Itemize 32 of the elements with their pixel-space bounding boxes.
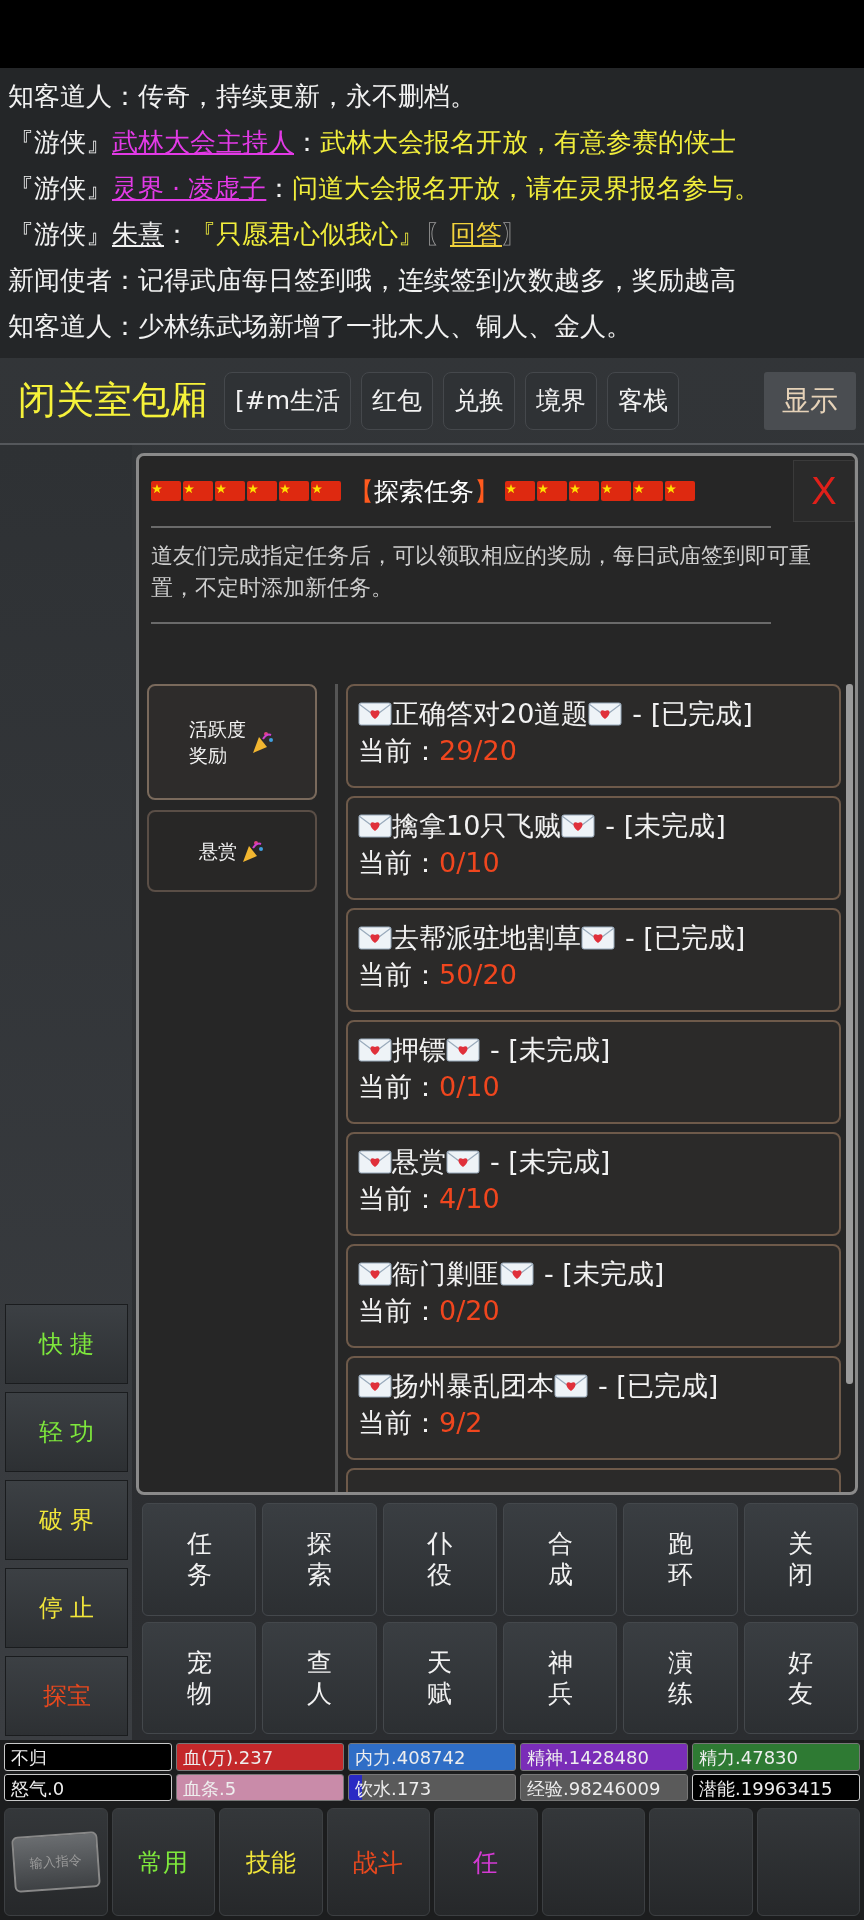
stat-bar: 血(万).237 — [176, 1743, 344, 1771]
task-status: - [未完成] — [544, 1257, 665, 1291]
task-status: - [已完成] — [632, 697, 753, 731]
stat-bar: 潜能.19963415 — [692, 1773, 860, 1801]
task-status: - [未完成] — [490, 1145, 611, 1179]
room-title: 闭关室包厢 — [18, 377, 208, 424]
stat-bar: 血条.5 — [176, 1773, 344, 1801]
chat-message: 『游侠』灵界 · 凌虚子：问道大会报名开放，请在灵界报名参与。 — [8, 172, 762, 205]
task-name: 衙门剿匪 — [392, 1257, 500, 1291]
chat-message: 知客道人：少林练武场新增了一批木人、铜人、金人。 — [8, 310, 633, 343]
task-status: - [未完成] — [605, 809, 726, 843]
stat-bar: 不归 — [4, 1743, 172, 1771]
task-name: 押镖 — [392, 1033, 446, 1067]
task-name: 擒拿10只飞贼 — [392, 809, 562, 843]
stat-bar: 精神.1428480 — [520, 1743, 688, 1771]
task-status: - [未完成] — [490, 1033, 611, 1067]
chat-message: 『游侠』武林大会主持人：武林大会报名开放，有意参赛的侠士 — [8, 126, 737, 159]
chat-message: 知客道人：传奇，持续更新，永不删档。 — [8, 80, 477, 113]
panel-description: 道友们完成指定任务后，可以领取相应的奖励，每日武庙签到即可重置，不定时添加新任务。 — [150, 542, 812, 602]
panel-title: 【探索任务】 — [349, 475, 499, 508]
task-name: 去帮派驻地割草 — [392, 921, 581, 955]
chat-message: 『游侠』朱熹：『只愿君心似我心』〖回答〗 — [8, 218, 529, 251]
task-status: - [已完成] — [598, 1369, 719, 1403]
task-name: 正确答对20道题 — [392, 697, 589, 731]
chat-message: 新闻使者：记得武庙每日签到哦，连续签到次数越多，奖励越高 — [8, 264, 737, 297]
task-name: 扬州暴乱团本 — [392, 1369, 554, 1403]
task-name: 悬赏 — [392, 1145, 446, 1179]
stat-bar: 怒气.0 — [4, 1773, 172, 1801]
stat-bar: 经验.98246009 — [520, 1773, 688, 1801]
stat-bar: 内力.408742 — [348, 1743, 516, 1771]
stat-bar: 精力.47830 — [692, 1743, 860, 1771]
task-status: - [已完成] — [625, 921, 746, 955]
